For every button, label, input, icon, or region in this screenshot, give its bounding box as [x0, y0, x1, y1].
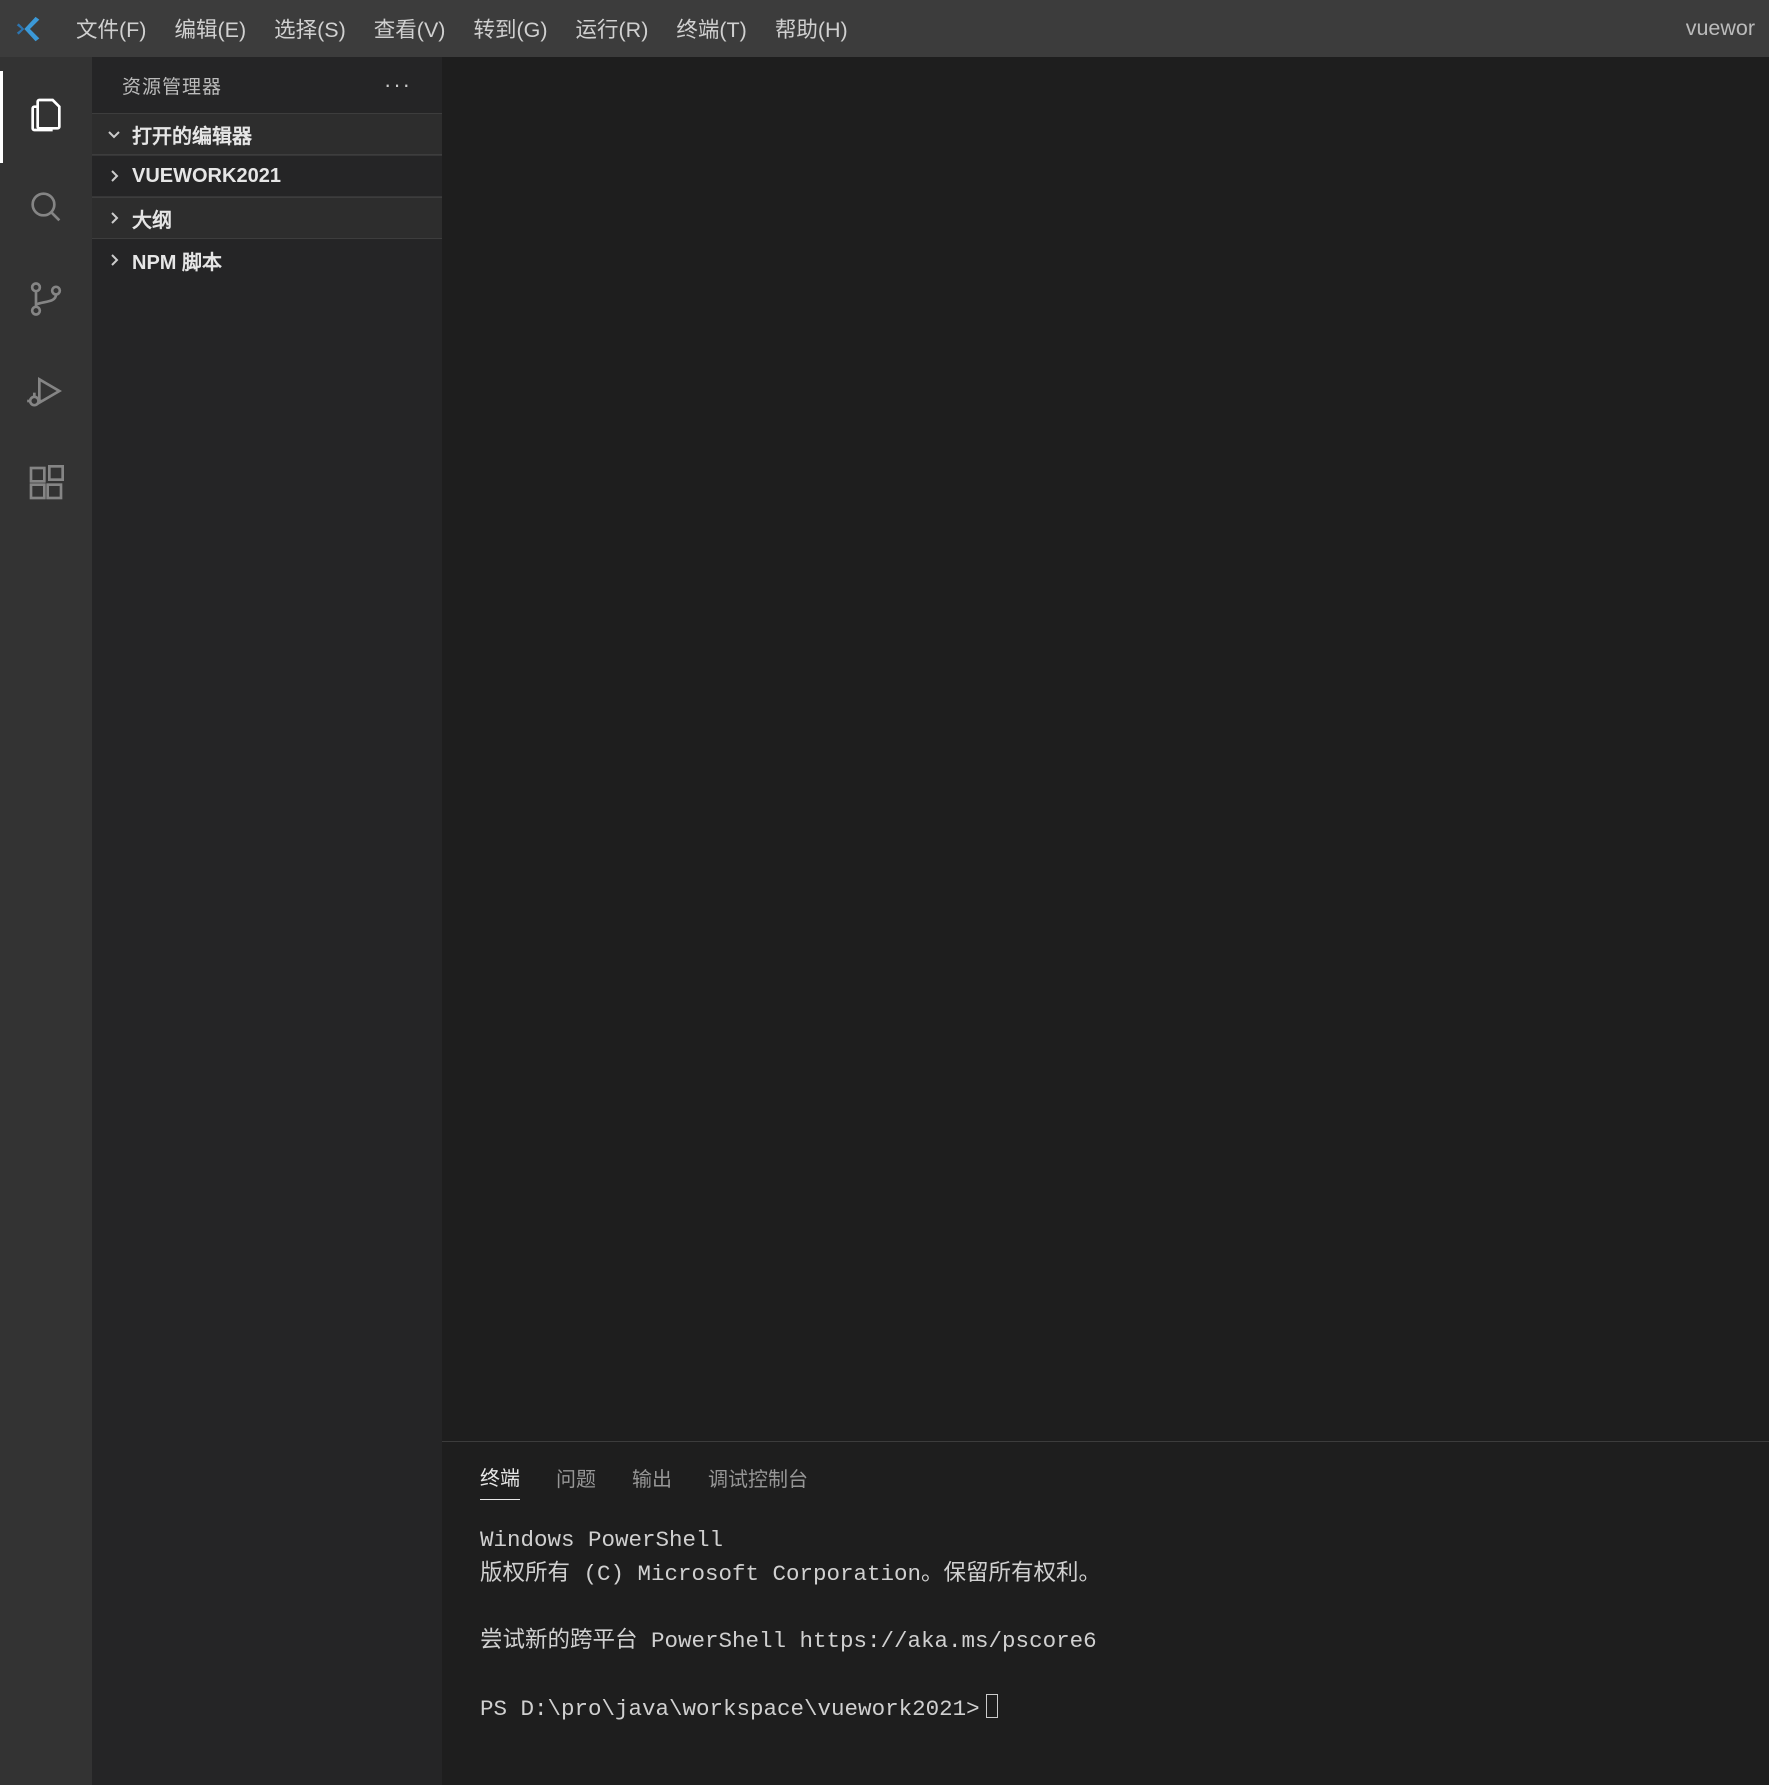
window-title: vuewor: [1686, 16, 1761, 41]
vscode-logo-icon: [14, 14, 44, 44]
chevron-down-icon: [104, 124, 124, 144]
section-label: NPM 脚本: [132, 246, 222, 275]
section-open-editors[interactable]: 打开的编辑器: [92, 113, 442, 155]
menu-select[interactable]: 选择(S): [260, 0, 360, 57]
panel-tab-output[interactable]: 输出: [632, 1463, 672, 1500]
panel-tab-terminal[interactable]: 终端: [480, 1462, 520, 1500]
section-outline[interactable]: 大纲: [92, 197, 442, 239]
menu-run[interactable]: 运行(R): [562, 0, 663, 57]
sidebar-more-button[interactable]: ···: [384, 72, 412, 98]
sidebar-title: 资源管理器: [122, 72, 222, 99]
menu-terminal[interactable]: 终端(T): [662, 0, 760, 57]
chevron-right-icon: [104, 166, 124, 186]
section-label: VUEWORK2021: [132, 165, 281, 188]
menu-view[interactable]: 查看(V): [360, 0, 460, 57]
activity-source-control[interactable]: [0, 255, 92, 347]
terminal-prompt: PS D:\pro\java\workspace\vuework2021>: [480, 1696, 980, 1722]
terminal-cursor: [986, 1694, 998, 1718]
section-npm-scripts[interactable]: NPM 脚本: [92, 239, 442, 281]
title-bar: 文件(F) 编辑(E) 选择(S) 查看(V) 转到(G) 运行(R) 终端(T…: [0, 0, 1769, 57]
terminal-body[interactable]: Windows PowerShell 版权所有 (C) Microsoft Co…: [442, 1506, 1769, 1785]
activity-run-debug[interactable]: [0, 347, 92, 439]
chevron-right-icon: [104, 250, 124, 270]
git-branch-icon: [26, 279, 66, 324]
sidebar-header: 资源管理器 ···: [92, 57, 442, 113]
activity-explorer[interactable]: [0, 71, 92, 163]
terminal-line: 版权所有 (C) Microsoft Corporation。保留所有权利。: [480, 1561, 1101, 1587]
panel-tab-debug[interactable]: 调试控制台: [708, 1463, 808, 1500]
bottom-panel: 终端 问题 输出 调试控制台 Windows PowerShell 版权所有 (…: [442, 1441, 1769, 1785]
chevron-right-icon: [104, 208, 124, 228]
terminal-line: Windows PowerShell: [480, 1527, 723, 1553]
files-icon: [26, 95, 66, 140]
run-debug-icon: [26, 371, 66, 416]
panel-tabs: 终端 问题 输出 调试控制台: [442, 1442, 1769, 1506]
extensions-icon: [26, 463, 66, 508]
terminal-line: 尝试新的跨平台 PowerShell https://aka.ms/pscore…: [480, 1628, 1097, 1654]
section-label: 打开的编辑器: [132, 120, 252, 149]
panel-tab-problems[interactable]: 问题: [556, 1463, 596, 1500]
menu-go[interactable]: 转到(G): [459, 0, 561, 57]
section-workspace[interactable]: VUEWORK2021: [92, 155, 442, 197]
menu-edit[interactable]: 编辑(E): [160, 0, 260, 57]
section-label: 大纲: [132, 204, 172, 233]
activity-extensions[interactable]: [0, 439, 92, 531]
search-icon: [26, 187, 66, 232]
menu-help[interactable]: 帮助(H): [761, 0, 862, 57]
activity-search[interactable]: [0, 163, 92, 255]
editor-empty-area: [442, 57, 1769, 1441]
sidebar-explorer: 资源管理器 ··· 打开的编辑器 VUEWORK2021 大纲: [92, 57, 442, 1785]
menu-file[interactable]: 文件(F): [62, 0, 160, 57]
activity-bar: [0, 57, 92, 1785]
